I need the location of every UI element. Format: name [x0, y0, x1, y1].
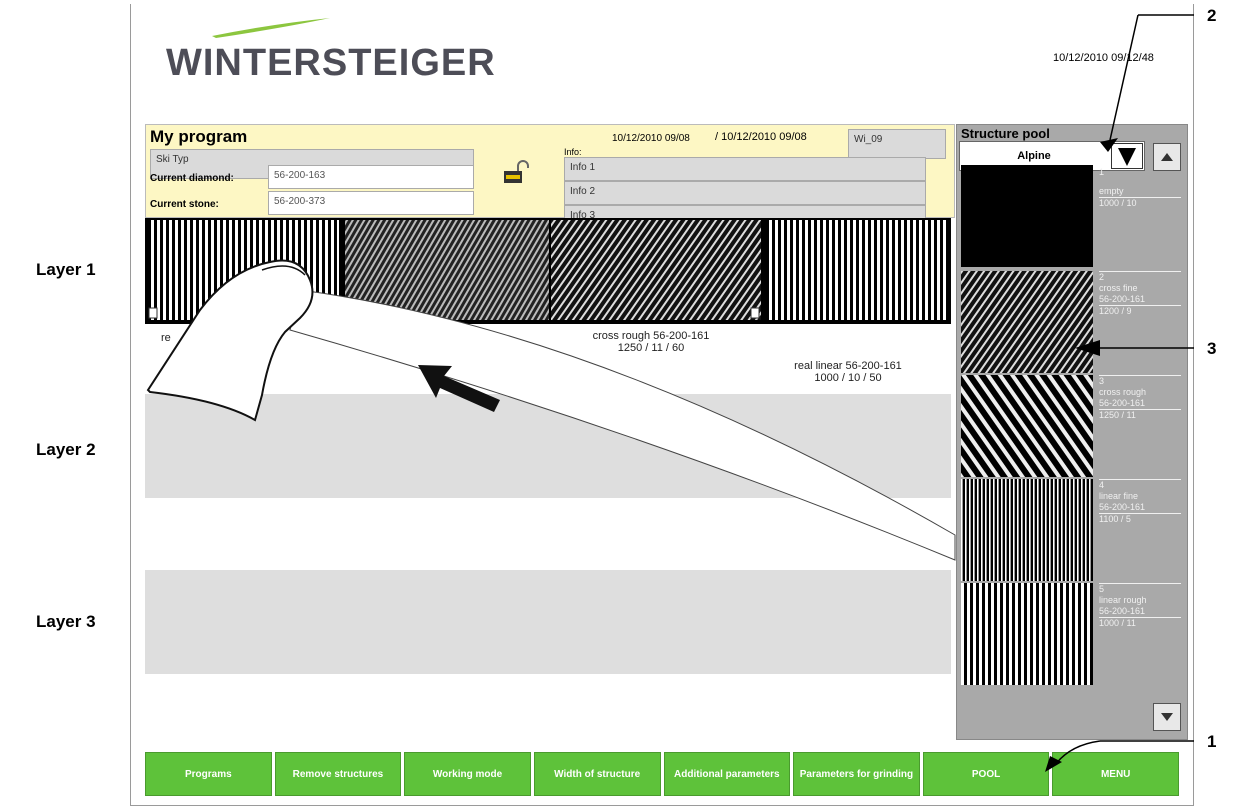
drag-swoosh	[289, 289, 956, 561]
hand-pointer-icon	[146, 259, 314, 422]
annotation-overlay	[146, 14, 1194, 772]
